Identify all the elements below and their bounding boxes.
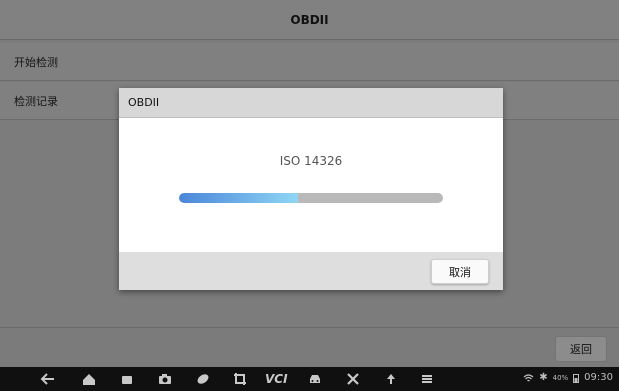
app-title-bar: OBDII [0, 0, 619, 40]
camera-icon[interactable] [157, 371, 173, 387]
footer-bar: 返回 [0, 327, 619, 367]
progress-dialog: OBDII ISO 14326 取消 [119, 88, 503, 290]
status-area: ✱ 40% 09:30 [523, 372, 613, 383]
page-title: OBDII [290, 12, 329, 27]
menu-icon[interactable] [419, 371, 435, 387]
wifi-icon [523, 373, 534, 381]
menu-item-start-test[interactable]: 开始检测 [0, 43, 619, 81]
browser-icon[interactable] [195, 371, 211, 387]
battery-icon [573, 373, 580, 383]
back-arrow-icon[interactable] [40, 371, 56, 387]
menu-item-label: 检测记录 [14, 94, 58, 108]
tools-icon[interactable] [345, 371, 361, 387]
dialog-title: OBDII [128, 96, 160, 109]
menu-item-label: 开始检测 [14, 55, 58, 69]
dialog-footer: 取消 [119, 252, 503, 290]
battery-percent: 40% [552, 373, 569, 382]
vci-label: VCI [265, 372, 288, 386]
progress-fill [179, 193, 298, 203]
car-icon[interactable] [307, 371, 323, 387]
dialog-body: ISO 14326 [119, 118, 503, 252]
crop-icon[interactable] [232, 371, 248, 387]
clock: 09:30 [584, 372, 613, 383]
upload-icon[interactable] [383, 371, 399, 387]
vci-icon[interactable]: VCI [265, 371, 288, 387]
protocol-message: ISO 14326 [279, 154, 343, 168]
home-icon[interactable] [81, 371, 97, 387]
back-button[interactable]: 返回 [555, 336, 607, 362]
bluetooth-icon: ✱ [539, 372, 548, 383]
dialog-header: OBDII [119, 88, 503, 118]
progress-bar [179, 193, 443, 203]
cancel-button[interactable]: 取消 [431, 259, 489, 284]
recent-apps-icon[interactable] [119, 371, 135, 387]
system-nav-bar: VCI ✱ 40% 09:30 [0, 367, 619, 391]
